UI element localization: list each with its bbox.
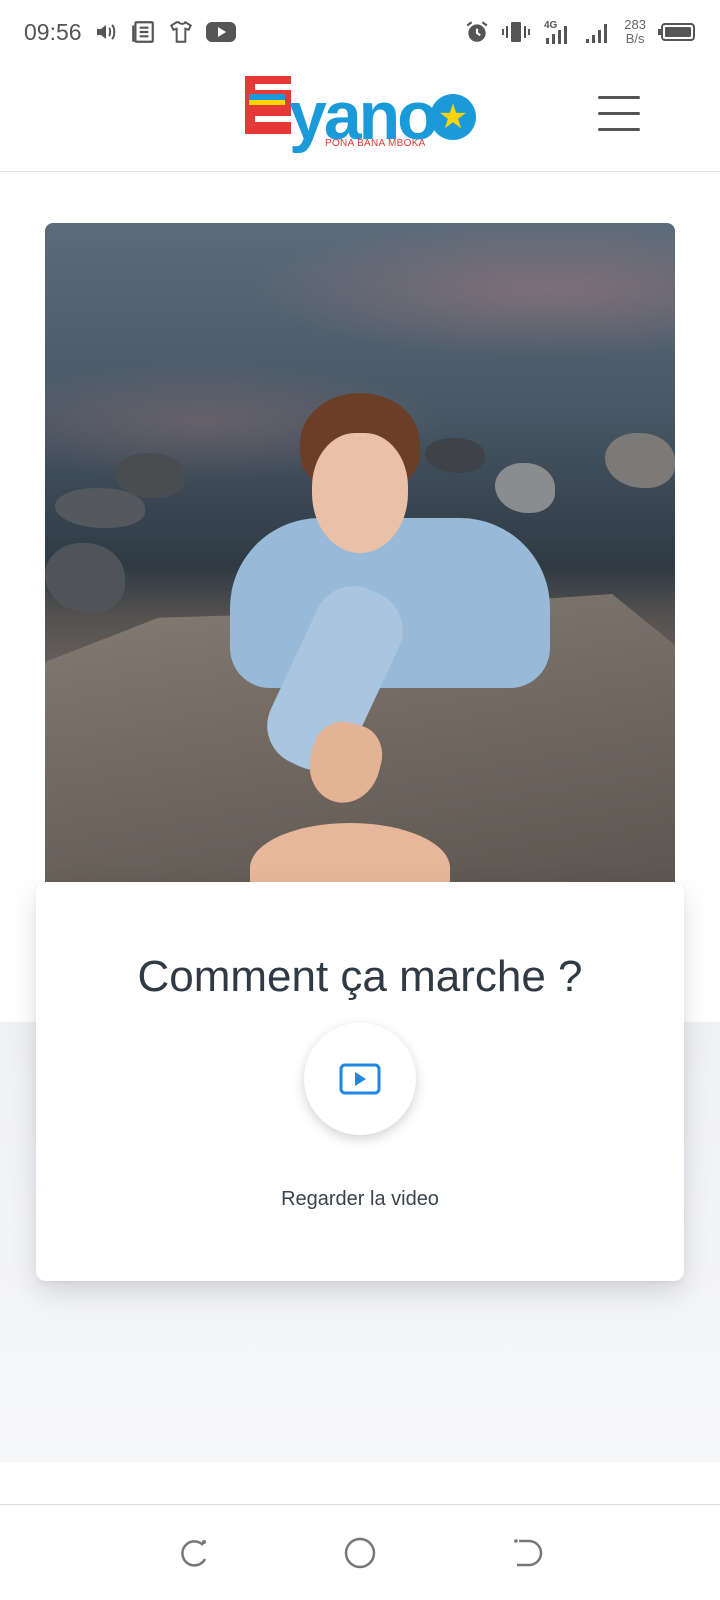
menu-bar bbox=[598, 128, 640, 131]
network-speed: 283 B/s bbox=[624, 18, 646, 46]
hamburger-menu-icon[interactable] bbox=[598, 96, 642, 132]
watch-video-label[interactable]: Regarder la video bbox=[36, 1188, 684, 1211]
status-time: 09:56 bbox=[24, 18, 82, 45]
site-header: yano ★ PONA BANA MBOKA bbox=[0, 64, 720, 172]
play-video-button[interactable] bbox=[304, 1023, 416, 1135]
alarm-icon bbox=[464, 19, 490, 45]
menu-bar bbox=[598, 96, 640, 99]
card-title: Comment ça marche ? bbox=[137, 952, 583, 1001]
face bbox=[312, 433, 408, 553]
status-right: 4G 283 B/s bbox=[464, 18, 696, 46]
news-icon bbox=[130, 19, 156, 45]
hero-photo bbox=[45, 223, 675, 883]
person bbox=[230, 393, 560, 811]
logo-flag-icon bbox=[245, 76, 291, 134]
vibrate-icon bbox=[502, 20, 531, 44]
how-it-works-card: Comment ça marche ? Regarder la video bbox=[36, 882, 684, 1281]
system-nav-bar bbox=[0, 1504, 720, 1600]
menu-bar bbox=[598, 112, 640, 115]
eyano-logo[interactable]: yano ★ PONA BANA MBOKA bbox=[245, 76, 480, 160]
speed-value: 283 bbox=[624, 17, 646, 32]
svg-text:4G: 4G bbox=[544, 20, 558, 31]
home-icon[interactable] bbox=[340, 1533, 380, 1573]
logo-tagline: PONA BANA MBOKA bbox=[325, 138, 426, 149]
recents-icon[interactable] bbox=[173, 1533, 213, 1573]
status-bar: 09:56 4G 283 B/s bbox=[0, 0, 720, 64]
logo-star-icon: ★ bbox=[430, 94, 476, 140]
volume-icon bbox=[94, 20, 118, 44]
signal-icon bbox=[584, 19, 612, 45]
play-video-icon bbox=[339, 1063, 381, 1095]
screen: 09:56 4G 283 B/s yano ★ PONA BANA MBOKA … bbox=[0, 0, 720, 1600]
signal-4g-icon: 4G bbox=[542, 18, 572, 46]
status-left: 09:56 bbox=[24, 19, 236, 46]
speed-unit: B/s bbox=[625, 31, 645, 46]
tshirt-icon bbox=[168, 19, 194, 45]
battery-icon bbox=[658, 21, 696, 43]
back-icon[interactable] bbox=[507, 1533, 547, 1573]
youtube-icon bbox=[205, 20, 236, 44]
